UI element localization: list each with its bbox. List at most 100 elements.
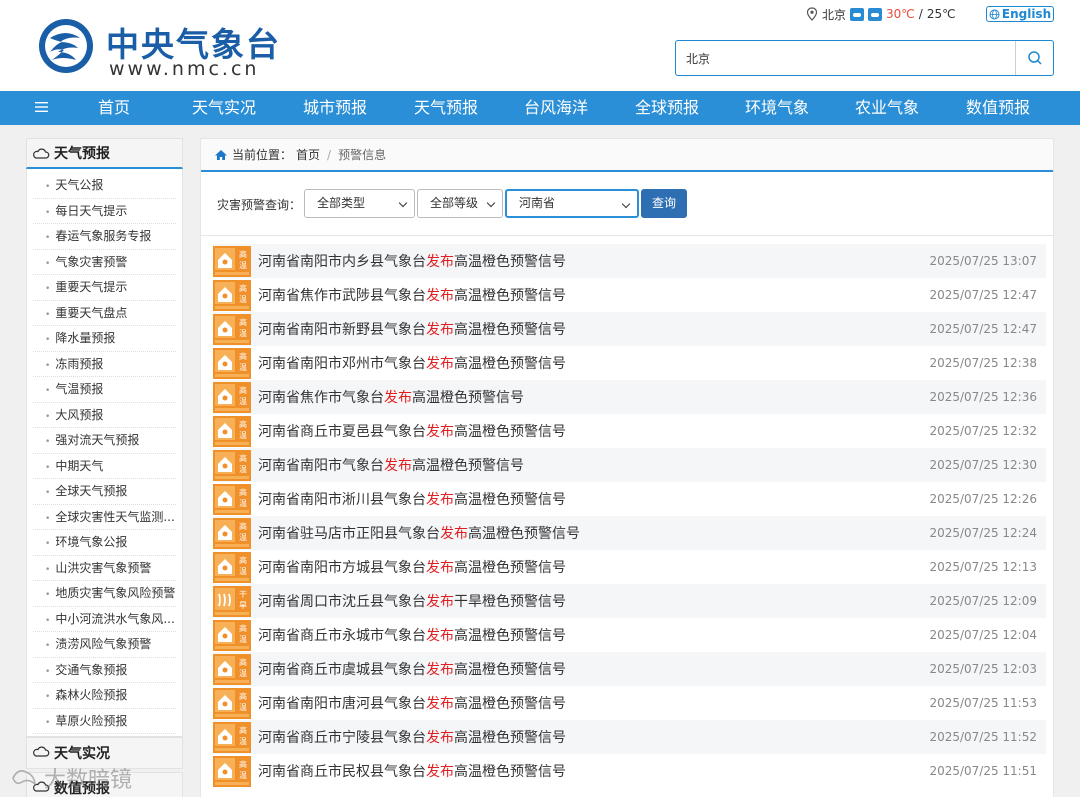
warning-row[interactable]: 高温河南省南阳市邓州市气象台发布高温橙色预警信号 2025/07/25 12:38 [213, 346, 1046, 380]
signal-char-1: 高 [239, 759, 247, 769]
sidebar-item[interactable]: 渍涝风险气象预警 [33, 632, 176, 658]
warning-title[interactable]: 河南省商丘市宁陵县气象台发布高温橙色预警信号 [258, 727, 566, 747]
search-button[interactable] [1015, 41, 1053, 75]
warning-title[interactable]: 河南省商丘市永城市气象台发布高温橙色预警信号 [258, 625, 566, 645]
temp-separator: / [918, 7, 923, 21]
warning-date: 2025/07/25 13:07 [929, 254, 1037, 268]
nav-item-home[interactable]: 首页 [82, 91, 146, 125]
level-select[interactable]: 全部等级 [417, 189, 503, 218]
menu-icon[interactable] [34, 100, 50, 114]
sidebar-item[interactable]: 春运气象服务专报 [33, 224, 176, 250]
province-select[interactable]: 河南省 [505, 189, 639, 218]
warning-title[interactable]: 河南省南阳市邓州市气象台发布高温橙色预警信号 [258, 353, 566, 373]
sidebar-item[interactable]: 降水量预报 [33, 326, 176, 352]
warning-row[interactable]: 高温河南省焦作市武陟县气象台发布高温橙色预警信号 2025/07/25 12:47 [213, 278, 1046, 312]
sidebar-item[interactable]: 全球天气预报 [33, 479, 176, 505]
warning-row[interactable]: 高温河南省商丘市夏邑县气象台发布高温橙色预警信号 2025/07/25 12:32 [213, 414, 1046, 448]
sidebar-item[interactable]: 气温预报 [33, 377, 176, 403]
warning-signal-name: 高温橙色预警信号 [454, 424, 566, 440]
sidebar-item[interactable]: 森林火险预报 [33, 683, 176, 709]
nav-item-typhoon[interactable]: 台风海洋 [518, 91, 594, 125]
signal-char-1: 高 [239, 283, 247, 293]
warning-row[interactable]: 高温河南省商丘市永城市气象台发布高温橙色预警信号 2025/07/25 12:04 [213, 618, 1046, 652]
sidebar-header[interactable]: 天气预报 [26, 138, 183, 169]
warning-row[interactable]: 高温河南省商丘市民权县气象台发布高温橙色预警信号 2025/07/25 11:51 [213, 754, 1046, 788]
warning-issuer: 河南省南阳市新野县气象台 [258, 322, 426, 338]
signal-char-2: 旱 [239, 601, 247, 610]
heat-orange-signal-icon: 高温 [213, 245, 251, 277]
breadcrumb: 当前位置： 首页 / 预警信息 [201, 139, 1053, 172]
temp-high: 30℃ [886, 7, 915, 21]
sidebar-item[interactable]: 重要天气提示 [33, 275, 176, 301]
sidebar-item[interactable]: 交通气象预报 [33, 658, 176, 683]
nav-item-city-forecast[interactable]: 城市预报 [297, 91, 373, 125]
sidebar-item[interactable]: 全球灾害性天气监测... [33, 505, 176, 530]
warning-row[interactable]: 高温河南省南阳市内乡县气象台发布高温橙色预警信号 2025/07/25 13:07 [213, 244, 1046, 278]
heat-orange-signal-icon: 高温 [213, 483, 251, 515]
warning-row[interactable]: 高温河南省南阳市淅川县气象台发布高温橙色预警信号 2025/07/25 12:26 [213, 482, 1046, 516]
warning-publish-word: 发布 [426, 730, 454, 746]
query-button[interactable]: 查询 [641, 189, 687, 218]
sidebar-item[interactable]: 地质灾害气象风险预警 [33, 581, 176, 607]
warning-row[interactable]: 干旱河南省周口市沈丘县气象台发布干旱橙色预警信号 2025/07/25 12:09 [213, 584, 1046, 618]
warning-title[interactable]: 河南省商丘市虞城县气象台发布高温橙色预警信号 [258, 659, 566, 679]
nav-item-numerical[interactable]: 数值预报 [960, 91, 1036, 125]
warning-title[interactable]: 河南省驻马店市正阳县气象台发布高温橙色预警信号 [258, 523, 580, 543]
sidebar-item[interactable]: 气象灾害预警 [33, 250, 176, 275]
warning-title[interactable]: 河南省南阳市唐河县气象台发布高温橙色预警信号 [258, 693, 566, 713]
sidebar-item[interactable]: 大风预报 [33, 403, 176, 428]
warning-row[interactable]: 高温河南省商丘市宁陵县气象台发布高温橙色预警信号 2025/07/25 11:52 [213, 720, 1046, 754]
sidebar-item[interactable]: 中小河流洪水气象风... [33, 607, 176, 632]
sidebar-item[interactable]: 重要天气盘点 [33, 301, 176, 326]
nav-item-observation[interactable]: 天气实况 [186, 91, 262, 125]
sidebar-item[interactable]: 强对流天气预报 [33, 428, 176, 454]
warning-title[interactable]: 河南省周口市沈丘县气象台发布干旱橙色预警信号 [258, 591, 566, 611]
sidebar-item[interactable]: 每日天气提示 [33, 199, 176, 224]
signal-char-2: 温 [239, 295, 247, 304]
warning-row[interactable]: 高温河南省驻马店市正阳县气象台发布高温橙色预警信号 2025/07/25 12:2… [213, 516, 1046, 550]
nav-item-environment[interactable]: 环境气象 [739, 91, 815, 125]
warning-row[interactable]: 高温河南省南阳市唐河县气象台发布高温橙色预警信号 2025/07/25 11:53 [213, 686, 1046, 720]
warning-publish-word: 发布 [426, 560, 454, 576]
sidebar-title: 天气预报 [54, 146, 110, 162]
warning-title[interactable]: 河南省焦作市武陟县气象台发布高温橙色预警信号 [258, 285, 566, 305]
warning-title[interactable]: 河南省南阳市内乡县气象台发布高温橙色预警信号 [258, 251, 566, 271]
warning-row[interactable]: 高温河南省商丘市虞城县气象台发布高温橙色预警信号 2025/07/25 12:03 [213, 652, 1046, 686]
home-icon [215, 149, 227, 160]
sidebar-item[interactable]: 天气公报 [33, 173, 176, 199]
warning-title[interactable]: 河南省焦作市气象台发布高温橙色预警信号 [258, 387, 524, 407]
warning-title[interactable]: 河南省商丘市夏邑县气象台发布高温橙色预警信号 [258, 421, 566, 441]
breadcrumb-home[interactable]: 首页 [296, 146, 320, 163]
sidebar-item[interactable]: 山洪灾害气象预警 [33, 556, 176, 581]
signal-char-1: 高 [239, 725, 247, 735]
watermark: 大数暗镜 [10, 762, 132, 794]
sidebar-item[interactable]: 中期天气 [33, 454, 176, 479]
warning-title[interactable]: 河南省南阳市气象台发布高温橙色预警信号 [258, 455, 524, 475]
type-select[interactable]: 全部类型 [304, 189, 415, 218]
warning-date: 2025/07/25 12:30 [929, 458, 1037, 472]
warning-signal-name: 高温橙色预警信号 [454, 492, 566, 508]
current-weather[interactable]: 北京 30℃ / 25℃ [806, 6, 956, 22]
warning-row[interactable]: 高温河南省南阳市气象台发布高温橙色预警信号 2025/07/25 12:30 [213, 448, 1046, 482]
sidebar-item[interactable]: 环境气象公报 [33, 530, 176, 556]
sidebar-item[interactable]: 冻雨预报 [33, 352, 176, 377]
warning-row[interactable]: 高温河南省焦作市气象台发布高温橙色预警信号 2025/07/25 12:36 [213, 380, 1046, 414]
temp-low: 25℃ [926, 7, 956, 21]
warning-row[interactable]: 高温河南省南阳市新野县气象台发布高温橙色预警信号 2025/07/25 12:47 [213, 312, 1046, 346]
warning-issuer: 河南省焦作市武陟县气象台 [258, 288, 426, 304]
site-logo[interactable]: 中央气象台 www.nmc.cn [36, 16, 281, 80]
nav-item-weather-forecast[interactable]: 天气预报 [408, 91, 484, 125]
search-input[interactable] [676, 41, 1016, 75]
warning-title[interactable]: 河南省南阳市方城县气象台发布高温橙色预警信号 [258, 557, 566, 577]
sidebar-item[interactable]: 草原火险预报 [33, 709, 176, 734]
warning-issuer: 河南省商丘市夏邑县气象台 [258, 424, 426, 440]
english-link[interactable]: English [986, 6, 1054, 22]
nav-item-global[interactable]: 全球预报 [629, 91, 705, 125]
nav-item-agriculture[interactable]: 农业气象 [849, 91, 925, 125]
warning-row[interactable]: 高温河南省南阳市方城县气象台发布高温橙色预警信号 2025/07/25 12:13 [213, 550, 1046, 584]
warning-publish-word: 发布 [426, 356, 454, 372]
warning-title[interactable]: 河南省南阳市新野县气象台发布高温橙色预警信号 [258, 319, 566, 339]
warning-title[interactable]: 河南省南阳市淅川县气象台发布高温橙色预警信号 [258, 489, 566, 509]
warning-signal-name: 高温橙色预警信号 [454, 628, 566, 644]
warning-title[interactable]: 河南省商丘市民权县气象台发布高温橙色预警信号 [258, 761, 566, 781]
